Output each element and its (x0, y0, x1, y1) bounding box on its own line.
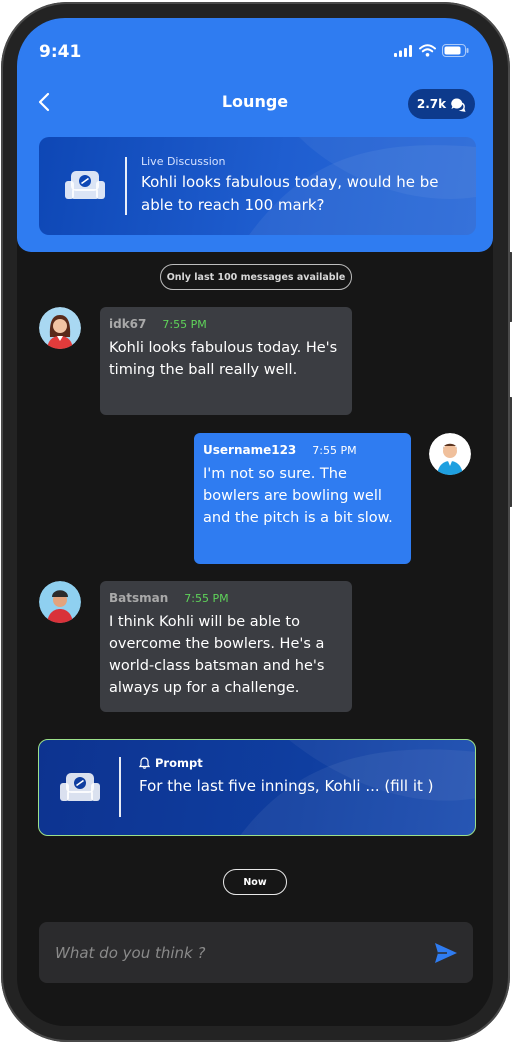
message-bubble: idk67 7:55 PM Kohli looks fabulous today… (100, 307, 352, 415)
chat-bubbles-icon (451, 97, 466, 112)
message-meta: idk67 7:55 PM (109, 317, 343, 331)
prompt-label-text: Prompt (155, 756, 203, 770)
message-time: 7:55 PM (184, 592, 229, 605)
bell-icon (139, 757, 150, 769)
card-divider (125, 157, 127, 215)
couch-icon (64, 169, 106, 207)
message-text: Kohli looks fabulous today. He's timing … (109, 340, 338, 378)
card-divider (119, 757, 121, 817)
live-discussion-text: Kohli looks fabulous today, would he be … (141, 173, 439, 214)
message-author: idk67 (109, 317, 147, 331)
message-text: I'm not so sure. The bowlers are bowling… (203, 466, 393, 526)
wifi-icon (419, 44, 436, 57)
own-message-bubble: Username123 7:55 PM I'm not so sure. The… (194, 433, 411, 564)
send-button[interactable] (433, 940, 459, 966)
avatar[interactable] (39, 307, 81, 349)
signal-icon (394, 44, 412, 57)
message-composer (39, 922, 473, 983)
screen: 9:41 Lounge 2.7k Live Discussion Kohli l… (17, 18, 493, 1026)
message-text: I think Kohli will be able to overcome t… (109, 614, 325, 696)
phone-frame: 9:41 Lounge 2.7k Live Discussion Kohli l… (1, 2, 512, 1042)
live-discussion-card[interactable]: Live Discussion Kohli looks fabulous tod… (39, 137, 476, 235)
message-input[interactable] (53, 937, 417, 969)
participants-count: 2.7k (416, 97, 447, 111)
message-author: Username123 (203, 443, 297, 457)
live-discussion-label: Live Discussion (141, 155, 226, 168)
message-limit-notice: Only last 100 messages available (160, 264, 352, 290)
own-avatar[interactable] (429, 433, 471, 475)
avatar-woman-icon (39, 307, 81, 349)
avatar-batsman-icon (39, 581, 81, 623)
message-time: 7:55 PM (162, 318, 207, 331)
message-time: 7:55 PM (312, 444, 357, 457)
message-author: Batsman (109, 591, 169, 605)
message-meta: Batsman 7:55 PM (109, 591, 343, 605)
battery-icon (442, 44, 469, 57)
message-meta: Username123 7:55 PM (203, 443, 402, 457)
header: 9:41 Lounge 2.7k Live Discussion Kohli l… (17, 18, 493, 252)
couch-icon (59, 771, 101, 809)
status-time: 9:41 (39, 42, 82, 62)
prompt-text: For the last five innings, Kohli ... (fi… (139, 777, 434, 795)
prompt-card[interactable]: Prompt For the last five innings, Kohli … (38, 739, 476, 836)
avatar[interactable] (39, 581, 81, 623)
now-timestamp-pill: Now (223, 869, 287, 895)
avatar-man-icon (429, 433, 471, 475)
send-icon (435, 943, 457, 963)
status-icons (394, 44, 469, 57)
message-bubble: Batsman 7:55 PM I think Kohli will be ab… (100, 581, 352, 712)
participants-badge[interactable]: 2.7k (408, 89, 475, 119)
prompt-label: Prompt (139, 756, 203, 770)
